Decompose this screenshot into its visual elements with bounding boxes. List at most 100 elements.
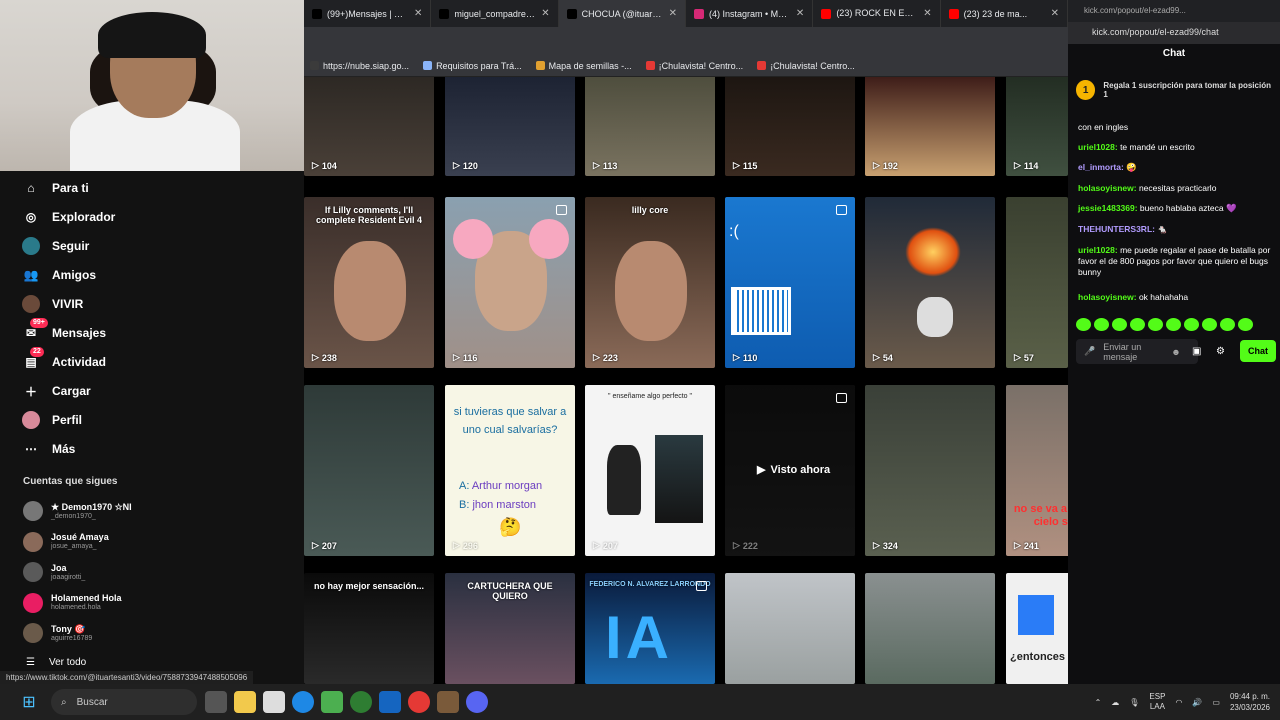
video-thumbnail[interactable]: ▶ Visto ahora ▷ 222 bbox=[725, 385, 855, 556]
settings-icon[interactable]: ⚙ bbox=[1216, 346, 1225, 357]
lang-indicator[interactable]: ESP LAA bbox=[1149, 692, 1165, 712]
see-all-link[interactable]: ☰ Ver todo bbox=[26, 657, 86, 668]
windows-start-icon[interactable]: ⊞ bbox=[18, 691, 40, 713]
file-explorer-icon[interactable] bbox=[234, 691, 256, 713]
chat-username[interactable]: uriel1028: bbox=[1078, 245, 1118, 255]
nav-item-amigos[interactable]: 👥 Amigos bbox=[22, 266, 97, 284]
video-thumbnail[interactable]: no se va a ver lindo el cielo si esta el… bbox=[1006, 385, 1068, 556]
nav-item-actividad[interactable]: ▤ 22 Actividad bbox=[22, 347, 106, 371]
browser-tab[interactable]: miguel_compadrete (@m... ✕ bbox=[431, 0, 559, 27]
nav-item-vivir[interactable]: VIVIR bbox=[22, 295, 83, 313]
chat-url[interactable]: kick.com/popout/el-ezad99/chat bbox=[1068, 22, 1280, 44]
video-thumbnail[interactable] bbox=[725, 573, 855, 684]
gift-leaderboard[interactable]: 1 Regala 1 suscripción para tomar la pos… bbox=[1076, 74, 1272, 106]
video-thumbnail[interactable]: lilly core ▷ 223 bbox=[585, 197, 715, 368]
chat-username[interactable]: THEHUNTERS3RL: bbox=[1078, 224, 1155, 234]
video-thumbnail[interactable]: ▷ 324 bbox=[865, 385, 995, 556]
close-icon[interactable]: ✕ bbox=[796, 8, 804, 19]
taskbar-search[interactable]: ⌕ Buscar bbox=[51, 689, 197, 715]
chevron-up-icon[interactable]: ⌃ bbox=[1095, 698, 1102, 707]
video-thumbnail[interactable]: If Lilly comments, I'll complete Residen… bbox=[304, 197, 434, 368]
nav-item-cargar[interactable]: ＋ Cargar bbox=[22, 382, 91, 400]
emote-icon[interactable] bbox=[1076, 318, 1091, 331]
video-thumbnail[interactable]: :(▷ 110 bbox=[725, 197, 855, 368]
emoji-icon[interactable]: ☻ bbox=[1171, 347, 1180, 357]
browser-tab[interactable]: CHOCUA (@ituartesanti3... ✕ bbox=[558, 0, 686, 27]
browser-tab[interactable]: (23) 23 de ma... ✕ bbox=[941, 0, 1068, 27]
video-thumbnail[interactable]: ▷ 57 bbox=[1006, 197, 1068, 368]
chat-input[interactable]: 🎤 Enviar un mensaje ☻ bbox=[1076, 339, 1198, 364]
chat-username[interactable]: jessie1483369: bbox=[1078, 203, 1138, 213]
battery-icon[interactable]: ▭ bbox=[1212, 698, 1220, 707]
chat-username[interactable]: el_inmorta: bbox=[1078, 162, 1124, 172]
nav-item-más[interactable]: ⋯ Más bbox=[22, 440, 75, 458]
bookmark-item[interactable]: https://nube.siap.go... bbox=[310, 61, 409, 71]
nav-item-para-ti[interactable]: ⌂ Para ti bbox=[22, 179, 88, 197]
nav-item-mensajes[interactable]: ✉ 99+ Mensajes bbox=[22, 318, 106, 342]
volume-icon[interactable]: 🔊 bbox=[1192, 698, 1202, 707]
emote-icon[interactable] bbox=[1148, 318, 1163, 331]
video-thumbnail[interactable]: si tuvieras que salvar a uno cual salvar… bbox=[445, 385, 575, 556]
video-thumbnail[interactable]: ▷ 54 bbox=[865, 197, 995, 368]
close-icon[interactable]: ✕ bbox=[1051, 8, 1059, 19]
emote-icon[interactable] bbox=[1166, 318, 1181, 331]
mic-icon[interactable]: 🎤 bbox=[1084, 346, 1095, 357]
emote-icon[interactable] bbox=[1130, 318, 1145, 331]
video-thumbnail[interactable]: ¿entonces eres hombre bbox=[1006, 573, 1068, 684]
video-thumbnail[interactable]: CARTUCHERA QUE QUIERO bbox=[445, 573, 575, 684]
edge-icon[interactable] bbox=[292, 691, 314, 713]
close-icon[interactable]: ✕ bbox=[414, 8, 422, 19]
emote-bar[interactable] bbox=[1076, 318, 1253, 331]
emote-icon[interactable] bbox=[1220, 318, 1235, 331]
video-thumbnail[interactable] bbox=[865, 573, 995, 684]
browser-tab[interactable]: (99+)Mensajes | TikTok ✕ bbox=[304, 0, 432, 27]
close-icon[interactable]: ✕ bbox=[541, 8, 549, 19]
app2-icon[interactable] bbox=[437, 691, 459, 713]
task-view-icon[interactable] bbox=[205, 691, 227, 713]
followed-account[interactable]: Tony 🎯 aguirre16789 bbox=[23, 623, 92, 643]
video-thumbnail[interactable]: ▷ 207 bbox=[304, 385, 434, 556]
gift-icon[interactable]: ▣ bbox=[1192, 346, 1201, 357]
video-thumbnail[interactable]: ▷ 192 bbox=[865, 77, 995, 176]
video-thumbnail[interactable]: ▷ 114 bbox=[1006, 77, 1068, 176]
mic-tray-icon[interactable]: 🎙 bbox=[1129, 698, 1139, 707]
browser-tab[interactable]: (23) ROCK EN ESPAÑOL 🎸 ✕ bbox=[813, 0, 941, 27]
nav-item-seguir[interactable]: Seguir bbox=[22, 237, 89, 255]
video-thumbnail[interactable]: IA FEDERICO N. ALVAREZ LARRONDO bbox=[585, 573, 715, 684]
chrome-icon[interactable] bbox=[408, 691, 430, 713]
wifi-icon[interactable]: ◠ bbox=[1175, 698, 1182, 707]
video-thumbnail[interactable]: " enseñame algo perfecto " ▷ 207 bbox=[585, 385, 715, 556]
video-thumbnail[interactable]: ▷ 115 bbox=[725, 77, 855, 176]
emote-icon[interactable] bbox=[1202, 318, 1217, 331]
cloud-icon[interactable]: ☁ bbox=[1111, 698, 1119, 707]
minecraft-icon[interactable] bbox=[321, 691, 343, 713]
address-bar[interactable] bbox=[304, 27, 1068, 55]
discord-icon[interactable] bbox=[466, 691, 488, 713]
nav-item-explorador[interactable]: ◎ Explorador bbox=[22, 208, 116, 226]
chat-username[interactable]: holasoyisnew: bbox=[1078, 183, 1137, 193]
video-thumbnail[interactable]: ▷ 104 bbox=[304, 77, 434, 176]
video-thumbnail[interactable]: no hay mejor sensación... bbox=[304, 573, 434, 684]
video-thumbnail[interactable]: ▷ 113 bbox=[585, 77, 715, 176]
close-icon[interactable]: ✕ bbox=[669, 8, 677, 19]
emote-icon[interactable] bbox=[1094, 318, 1109, 331]
chat-username[interactable]: holasoyisnew: bbox=[1078, 292, 1137, 302]
emote-icon[interactable] bbox=[1112, 318, 1127, 331]
followed-account[interactable]: Josué Amaya josue_amaya_ bbox=[23, 531, 109, 552]
bookmark-item[interactable]: Requisitos para Trá... bbox=[423, 61, 522, 71]
bookmark-item[interactable]: Mapa de semillas -... bbox=[535, 61, 632, 71]
followed-account[interactable]: Joa joaagirotti_ bbox=[23, 562, 85, 582]
followed-account[interactable]: Holamened Hola holamened.hola bbox=[23, 592, 122, 613]
app-icon[interactable] bbox=[379, 691, 401, 713]
store-icon[interactable] bbox=[263, 691, 285, 713]
nav-item-perfil[interactable]: Perfil bbox=[22, 411, 82, 429]
bookmark-item[interactable]: ¡Chulavista! Centro... bbox=[757, 61, 855, 71]
chat-username[interactable]: uriel1028: bbox=[1078, 142, 1118, 152]
chat-send-button[interactable]: Chat bbox=[1240, 340, 1276, 362]
followed-account[interactable]: ★ Demon1970 ☆NI _demon1970_ bbox=[23, 501, 132, 521]
xbox-icon[interactable] bbox=[350, 691, 372, 713]
emote-icon[interactable] bbox=[1238, 318, 1253, 331]
bookmark-item[interactable]: ¡Chulavista! Centro... bbox=[645, 61, 743, 71]
browser-tab[interactable]: (4) Instagram • Mensajes ✕ bbox=[686, 0, 814, 27]
clock[interactable]: 09:44 p. m. 23/03/2026 bbox=[1230, 691, 1270, 713]
